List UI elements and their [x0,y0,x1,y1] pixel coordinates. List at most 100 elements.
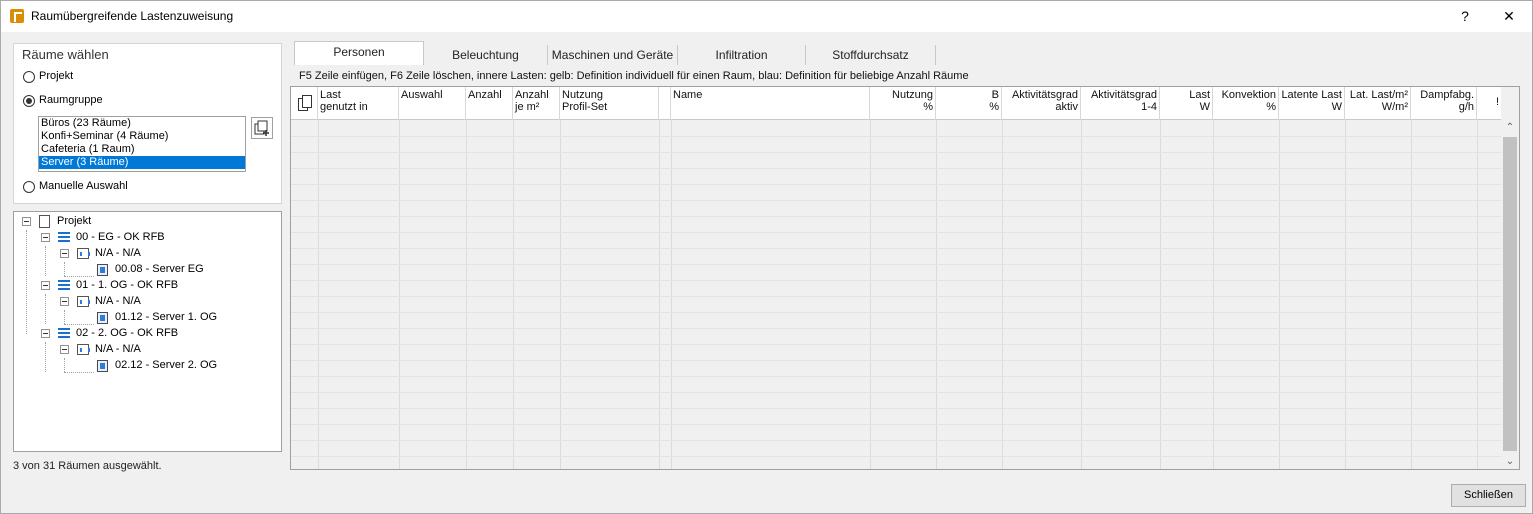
list-item[interactable]: Cafeteria (1 Raum) [39,143,245,156]
radio-room-group-label[interactable]: Raumgruppe [39,94,103,106]
tree-level-label[interactable]: 02 - 2. OG - OK RFB [76,326,178,340]
col-header-profil-set[interactable]: Nutzung Profil-Set [560,87,659,120]
list-item[interactable]: Konfi+Seminar (4 Räume) [39,130,245,143]
tree-zone-label[interactable]: N/A - N/A [95,246,141,260]
tree-collapse-toggle[interactable] [60,297,69,306]
tree-room-label[interactable]: 02.12 - Server 2. OG [115,358,217,372]
copy-add-icon [254,120,269,136]
col-header-aktivitaet-aktiv[interactable]: Aktivitätsgrad aktiv [1002,87,1081,120]
grid-line [291,280,1501,281]
tree-collapse-toggle[interactable] [60,249,69,258]
tab-stoffdurchsatz[interactable]: Stoffdurchsatz [806,45,936,65]
tab-infiltration[interactable]: Infiltration [678,45,806,65]
room-tree[interactable]: Projekt 00 - EG - OK RFB N/A - N/A 00.08… [13,211,282,452]
tree-collapse-toggle[interactable] [41,329,50,338]
col-header-line2: W [1331,101,1342,113]
grid-line [936,120,937,469]
grid-line [291,456,1501,457]
room-icon [97,264,108,276]
grid-line [1081,120,1082,469]
col-header-line2: Name [673,89,703,101]
grid-line [513,120,514,469]
radio-manual-label[interactable]: Manuelle Auswahl [39,180,128,192]
col-header-nutzung[interactable]: Nutzung% [870,87,936,120]
tree-collapse-toggle[interactable] [41,233,50,242]
zone-icon [77,344,90,355]
radio-manual[interactable] [23,181,35,193]
tree-connector [45,246,46,276]
scroll-down-arrow[interactable]: ⌄ [1501,454,1519,469]
help-button[interactable]: ? [1450,5,1480,27]
radio-room-group[interactable] [23,95,35,107]
tree-room-label[interactable]: 01.12 - Server 1. OG [115,310,217,324]
tree-zone-label[interactable]: N/A - N/A [95,342,141,356]
grid-line [291,136,1501,137]
scroll-thumb[interactable] [1503,137,1517,451]
scroll-up-arrow[interactable]: ⌃ [1501,120,1519,136]
col-header-anzahl-je-m2[interactable]: Anzahl je m² [513,87,560,120]
grid-line [1411,120,1412,469]
col-header-aktivitaet-1-4[interactable]: Aktivitätsgrad 1-4 [1081,87,1160,120]
level-icon [58,328,70,339]
col-header-line2: W/m² [1381,101,1408,113]
tree-level-label[interactable]: 01 - 1. OG - OK RFB [76,278,178,292]
col-header-last[interactable]: Last genutzt in [318,87,399,120]
tree-connector [64,358,65,372]
grid-line [291,248,1501,249]
close-window-button[interactable]: ✕ [1494,5,1524,27]
col-header-name[interactable]: Name [671,87,870,120]
col-header-line2: Profil-Set [562,101,608,113]
grid-line [291,216,1501,217]
loads-grid[interactable]: Last genutzt in Auswahl Anzahl Anzahl je m… [290,86,1520,470]
col-header-line2: aktiv [1055,101,1078,113]
col-header-spacer[interactable] [659,87,671,120]
vertical-scrollbar[interactable]: ⌃ ⌄ [1501,120,1519,469]
col-header-line2: W [1199,101,1210,113]
radio-project-label[interactable]: Projekt [39,70,73,82]
grid-line [1160,120,1161,469]
tree-zone-label[interactable]: N/A - N/A [95,294,141,308]
tab-personen[interactable]: Personen [294,41,424,65]
list-item[interactable]: Büros (23 Räume) [39,117,245,130]
col-header-auswahl[interactable]: Auswahl [399,87,466,120]
tree-root-label[interactable]: Projekt [57,214,91,228]
add-group-button[interactable] [251,117,273,139]
tab-maschinen[interactable]: Maschinen und Geräte [548,45,678,65]
tree-level-label[interactable]: 00 - EG - OK RFB [76,230,165,244]
tree-collapse-toggle[interactable] [22,217,31,226]
col-header-last-w[interactable]: Last W [1160,87,1213,120]
tree-collapse-toggle[interactable] [41,281,50,290]
radio-project[interactable] [23,71,35,83]
room-selection-group: Räume wählen Projekt Raumgruppe Büros (2… [13,43,282,204]
col-header-latente-last[interactable]: Latente Last W [1279,87,1345,120]
grid-line [291,168,1501,169]
col-header-line2: % [923,101,933,113]
col-header-line1: Anzahl [515,89,549,101]
tree-connector [45,294,46,324]
list-item-selected[interactable]: Server (3 Räume) [39,156,245,169]
grid-line [1345,120,1346,469]
col-header-anzahl[interactable]: Anzahl [466,87,513,120]
grid-body[interactable] [291,120,1501,469]
tree-collapse-toggle[interactable] [60,345,69,354]
room-group-list[interactable]: Büros (23 Räume) Konfi+Seminar (4 Räume)… [38,116,246,172]
col-header-dampfabgabe[interactable]: Dampfabg. g/h [1411,87,1477,120]
col-header-b[interactable]: B% [936,87,1002,120]
copy-column-header[interactable] [291,87,318,120]
col-header-line2: je m² [515,101,540,113]
close-button[interactable]: Schließen [1451,484,1526,507]
grid-line [291,408,1501,409]
tree-room-label[interactable]: 00.08 - Server EG [115,262,204,276]
col-header-lat-last-m2[interactable]: Lat. Last/m² W/m² [1345,87,1411,120]
col-header-line1: Konvektion [1221,89,1276,101]
room-selection-title: Räume wählen [22,47,109,62]
tab-beleuchtung[interactable]: Beleuchtung [424,45,548,65]
col-header-line2: g/h [1458,101,1474,113]
grid-line [291,376,1501,377]
copy-icon[interactable] [298,95,312,111]
tree-connector [64,262,65,276]
col-header-line2: 1-4 [1141,101,1157,113]
col-header-warning[interactable]: ! [1477,87,1501,120]
col-header-konvektion[interactable]: Konvektion% [1213,87,1279,120]
grid-line [291,264,1501,265]
